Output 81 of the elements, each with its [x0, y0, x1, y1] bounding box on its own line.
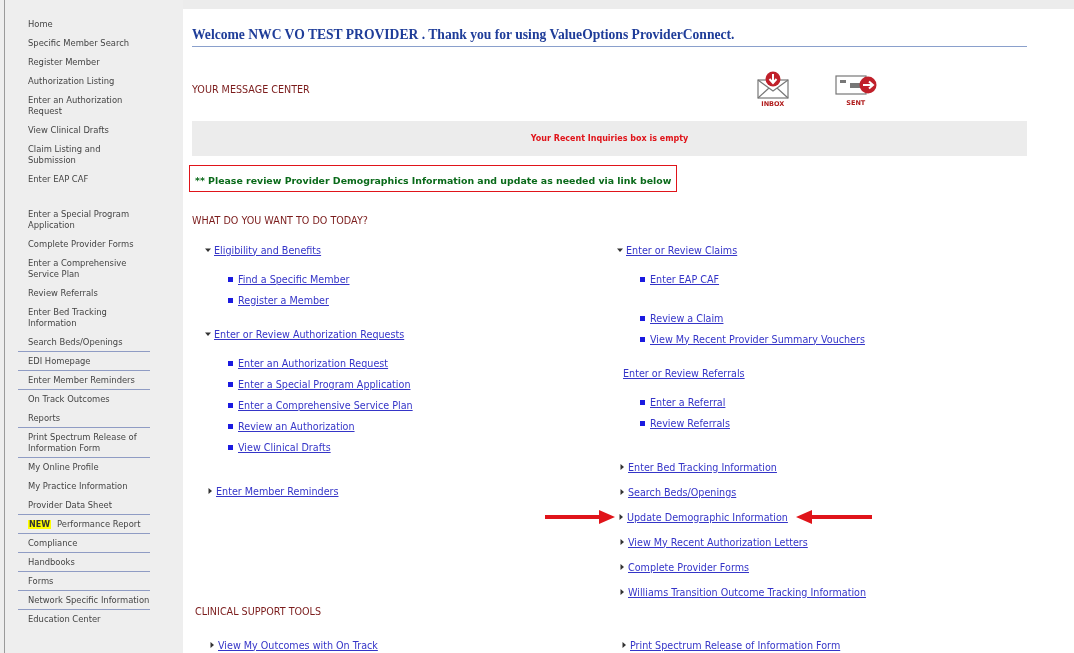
- inquiries-message: Your Recent Inquiries box is empty: [530, 134, 689, 143]
- caret-icon: [619, 539, 625, 545]
- sidebar-item[interactable]: My Practice Information: [18, 477, 150, 496]
- caret-icon: [618, 514, 624, 520]
- task-link[interactable]: Find a Specific Member: [238, 273, 350, 285]
- welcome-title: Welcome NWC VO TEST PROVIDER . Thank you for using ValueOptions ProviderConnect.: [192, 27, 1027, 47]
- caret-icon: [621, 642, 627, 648]
- task-link[interactable]: Complete Provider Forms: [628, 561, 749, 573]
- sidebar-item[interactable]: Enter Member Reminders: [18, 371, 150, 390]
- sidebar-item[interactable]: Specific Member Search: [18, 34, 150, 53]
- caret-icon: [207, 488, 213, 494]
- sidebar-item[interactable]: Reports: [18, 409, 150, 428]
- bullet-icon: [228, 360, 233, 366]
- task-link[interactable]: Enter Member Reminders: [216, 485, 339, 497]
- sidebar-item[interactable]: Authorization Listing: [18, 72, 150, 91]
- bullet-icon: [228, 444, 233, 450]
- task-link[interactable]: Enter or Review Referrals: [623, 367, 745, 379]
- task-link[interactable]: Enter or Review Claims: [626, 244, 738, 256]
- task-link[interactable]: Enter a Special Program Application: [238, 378, 411, 390]
- sidebar-item[interactable]: Enter Bed Tracking Information: [18, 303, 150, 333]
- sidebar-item[interactable]: EDI Homepage: [18, 352, 150, 371]
- bullet-icon: [228, 276, 233, 282]
- task-link[interactable]: Enter a Comprehensive Service Plan: [238, 399, 413, 411]
- sidebar-item[interactable]: Handbooks: [18, 553, 150, 572]
- task-link[interactable]: Search Beds/Openings: [628, 486, 737, 498]
- task-link[interactable]: View Clinical Drafts: [238, 441, 331, 453]
- task-link[interactable]: Print Spectrum Release of Information Form: [630, 639, 841, 651]
- task-link[interactable]: Enter Bed Tracking Information: [628, 461, 777, 473]
- sidebar-item[interactable]: Enter EAP CAF: [18, 170, 150, 189]
- task-link[interactable]: Review a Claim: [650, 312, 724, 324]
- task-link[interactable]: View My Recent Provider Summary Vouchers: [650, 333, 865, 345]
- bullet-icon: [228, 381, 233, 387]
- section-title: YOUR MESSAGE CENTER: [192, 83, 310, 95]
- sidebar-item[interactable]: Provider Data Sheet: [18, 496, 150, 515]
- task-link[interactable]: Review Referrals: [650, 417, 730, 429]
- sidebar-item[interactable]: NEW Performance Report: [18, 515, 150, 534]
- caret-icon: [619, 564, 625, 570]
- bullet-icon: [640, 420, 645, 426]
- bullet-icon: [640, 315, 645, 321]
- sidebar-item[interactable]: Enter a Special Program Application: [18, 205, 150, 235]
- task-link[interactable]: Enter EAP CAF: [650, 273, 720, 285]
- task-link[interactable]: Review an Authorization: [238, 420, 355, 432]
- sidebar-item[interactable]: Review Referrals: [18, 284, 150, 303]
- bullet-icon: [228, 402, 233, 408]
- caret-icon: [619, 589, 625, 595]
- caret-icon: [619, 464, 625, 470]
- sidebar-item[interactable]: Forms: [18, 572, 150, 591]
- sidebar-item[interactable]: My Online Profile: [18, 458, 150, 477]
- sidebar-item[interactable]: View Clinical Drafts: [18, 121, 150, 140]
- notice-text: ** Please review Provider Demographics Information and update as needed via link below: [195, 175, 672, 186]
- sidebar-item[interactable]: On Track Outcomes: [18, 390, 150, 409]
- sidebar-item[interactable]: Education Center: [18, 610, 150, 629]
- bullet-icon: [640, 399, 645, 405]
- task-link[interactable]: Enter a Referral: [650, 396, 726, 408]
- sidebar-item[interactable]: Enter an Authorization Request: [18, 91, 150, 121]
- sidebar-item[interactable]: Search Beds/Openings: [18, 333, 150, 352]
- task-link[interactable]: Update Demographic Information: [627, 511, 788, 523]
- caret-icon: [209, 642, 215, 648]
- caret-icon: [619, 489, 625, 495]
- task-link[interactable]: Eligibility and Benefits: [214, 244, 322, 256]
- section-title: CLINICAL SUPPORT TOOLS: [195, 605, 323, 619]
- sidebar-item[interactable]: Register Member: [18, 53, 150, 72]
- sidebar-item[interactable]: Print Spectrum Release of Information Form: [18, 428, 150, 458]
- task-link[interactable]: Williams Transition Outcome Tracking Information: [628, 586, 866, 598]
- sidebar-item[interactable]: Enter a Comprehensive Service Plan: [18, 254, 150, 284]
- bullet-icon: [640, 336, 645, 342]
- sidebar-item[interactable]: Compliance: [18, 534, 150, 553]
- envelope-icon: [755, 70, 790, 99]
- bullet-icon: [228, 297, 233, 303]
- section-title: WHAT DO YOU WANT TO DO TODAY?: [192, 214, 369, 228]
- task-link[interactable]: View My Outcomes with On Track: [218, 639, 378, 651]
- sidebar-item[interactable]: Claim Listing and Submission: [18, 140, 150, 170]
- sidebar-item[interactable]: Network Specific Information: [18, 591, 150, 610]
- task-link[interactable]: Enter or Review Authorization Requests: [214, 328, 405, 340]
- bullet-icon: [228, 423, 233, 429]
- task-link[interactable]: Enter an Authorization Request: [238, 357, 389, 369]
- bullet-icon: [640, 276, 645, 282]
- sidebar-item[interactable]: Home: [18, 15, 150, 34]
- task-link[interactable]: Register a Member: [238, 294, 329, 306]
- sidebar-item[interactable]: Complete Provider Forms: [18, 235, 150, 254]
- task-link[interactable]: View My Recent Authorization Letters: [628, 536, 808, 548]
